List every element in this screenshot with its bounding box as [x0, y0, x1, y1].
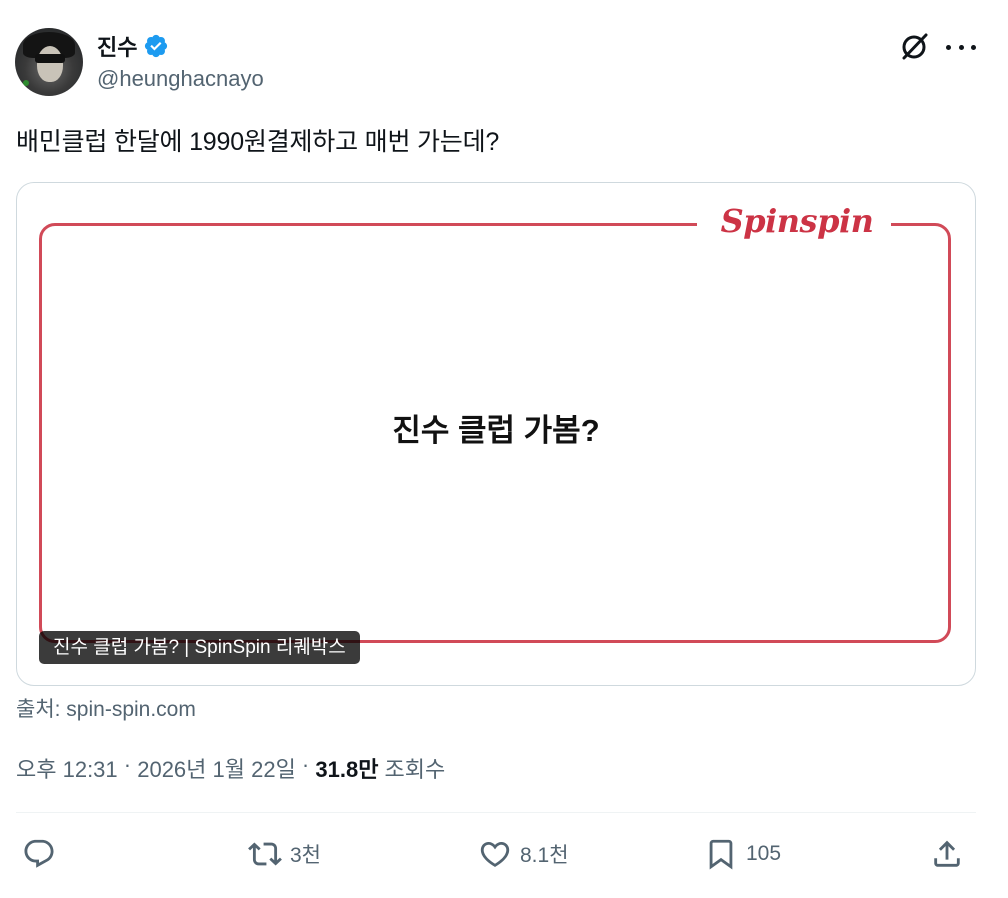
heart-icon [480, 841, 510, 867]
author-name-row: 진수 [97, 30, 169, 62]
divider [16, 812, 976, 813]
author-display-name[interactable]: 진수 [97, 30, 137, 62]
share-icon [934, 840, 960, 867]
tweet-date[interactable]: 2026년 1월 22일 [137, 752, 296, 784]
card-source-link[interactable]: 출처: spin-spin.com [16, 693, 196, 723]
more-icon[interactable] [946, 34, 976, 60]
avatar[interactable] [15, 28, 83, 96]
verified-badge-icon[interactable] [143, 33, 169, 59]
share-button[interactable] [930, 830, 964, 878]
retweet-icon [248, 842, 282, 866]
action-bar: 3천 8.1천 105 [16, 830, 976, 878]
tweet-meta: 오후 12:31 · 2026년 1월 22일 · 31.8만 조회수 [16, 752, 445, 784]
more-dot [946, 44, 951, 50]
retweet-button[interactable]: 3천 [248, 830, 321, 878]
author-handle[interactable]: @heunghacnayo [97, 66, 264, 92]
more-dot [958, 44, 964, 50]
retweet-count: 3천 [290, 844, 321, 867]
card-caption: 진수 클럽 가봄? | SpinSpin 리퀘박스 [39, 631, 360, 664]
views-label: 조회수 [378, 757, 446, 782]
avatar-face [37, 46, 63, 82]
link-card[interactable]: Spinspin 진수 클럽 가봄? 진수 클럽 가봄? | SpinSpin … [16, 182, 976, 686]
bookmark-icon [709, 839, 733, 870]
tweet-time[interactable]: 오후 12:31 [16, 752, 118, 784]
reply-icon [24, 839, 54, 868]
like-button[interactable]: 8.1천 [478, 830, 569, 878]
card-headline: 진수 클럽 가봄? [392, 413, 600, 448]
like-count: 8.1천 [520, 844, 569, 867]
avatar-sunglasses [35, 54, 65, 63]
bookmark-button[interactable]: 105 [704, 830, 781, 878]
tweet-text: 배민클럽 한달에 1990원결제하고 매번 가는데? [16, 128, 500, 156]
avatar-detail [23, 80, 29, 86]
meta-separator: · [117, 752, 138, 777]
spinspin-logo: Spinspin [720, 202, 874, 240]
more-dot [971, 44, 976, 50]
views-count: 31.8만 [315, 757, 379, 782]
reply-button[interactable] [22, 830, 64, 878]
grok-icon[interactable] [897, 30, 931, 64]
meta-separator: · [295, 752, 316, 777]
bookmark-count: 105 [746, 842, 782, 865]
